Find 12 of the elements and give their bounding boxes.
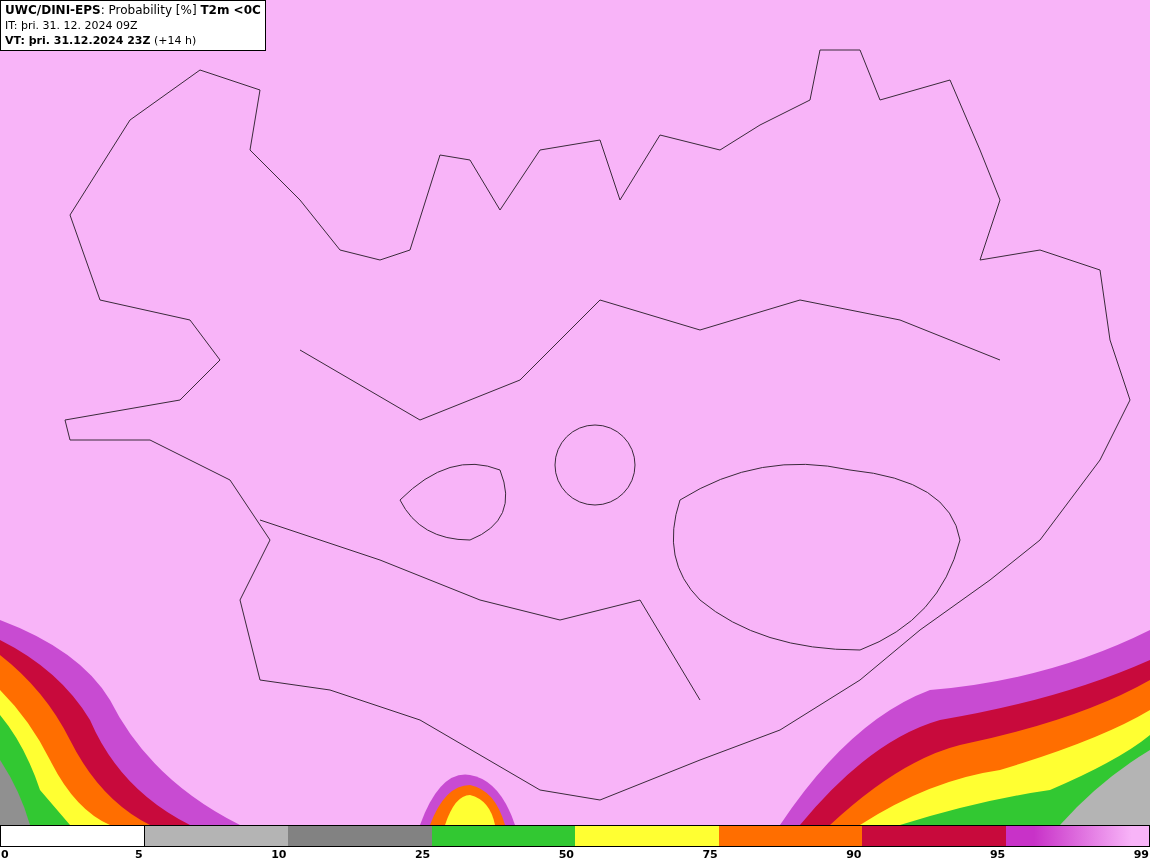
scale-label: 10 — [270, 847, 288, 862]
scale-label: 95 — [988, 847, 1007, 862]
map-title: UWC/DINI-EPS: Probability [%] T2m <0C — [5, 3, 261, 18]
issue-time: IT: þri. 31. 12. 2024 09Z — [5, 18, 139, 33]
scale-label: 5 — [134, 847, 144, 862]
scale-label: 99 — [1132, 847, 1150, 862]
scale-label: 50 — [557, 847, 575, 862]
scale-label: 75 — [701, 847, 719, 862]
scale-label: 0 — [0, 847, 10, 862]
valid-time: VT: þri. 31.12.2024 23Z (+14 h) — [5, 33, 198, 48]
scale-label: 25 — [413, 847, 432, 862]
scale-label: 90 — [845, 847, 863, 862]
